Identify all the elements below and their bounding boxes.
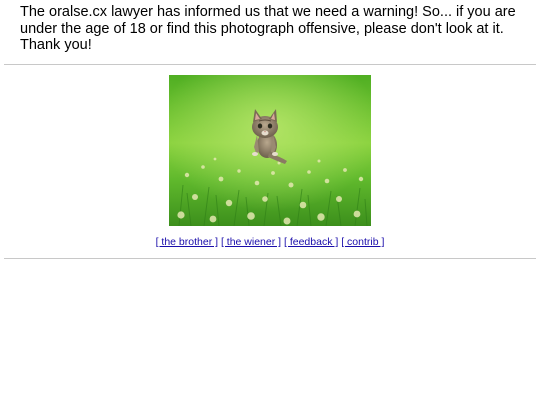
kitten-photo (169, 75, 371, 226)
warning-text: The oralse.cx lawyer has informed us tha… (20, 4, 516, 53)
link-the-brother[interactable]: [ the brother ] (156, 236, 218, 248)
page: The oralse.cx lawyer has informed us tha… (0, 0, 540, 405)
top-divider (4, 64, 536, 65)
bottom-divider (4, 258, 536, 259)
link-the-wiener[interactable]: [ the wiener ] (221, 236, 281, 248)
footer-links: [ the brother ] [ the wiener ] [ feedbac… (0, 236, 540, 249)
link-contrib[interactable]: [ contrib ] (341, 236, 384, 248)
link-feedback[interactable]: [ feedback ] (284, 236, 338, 248)
